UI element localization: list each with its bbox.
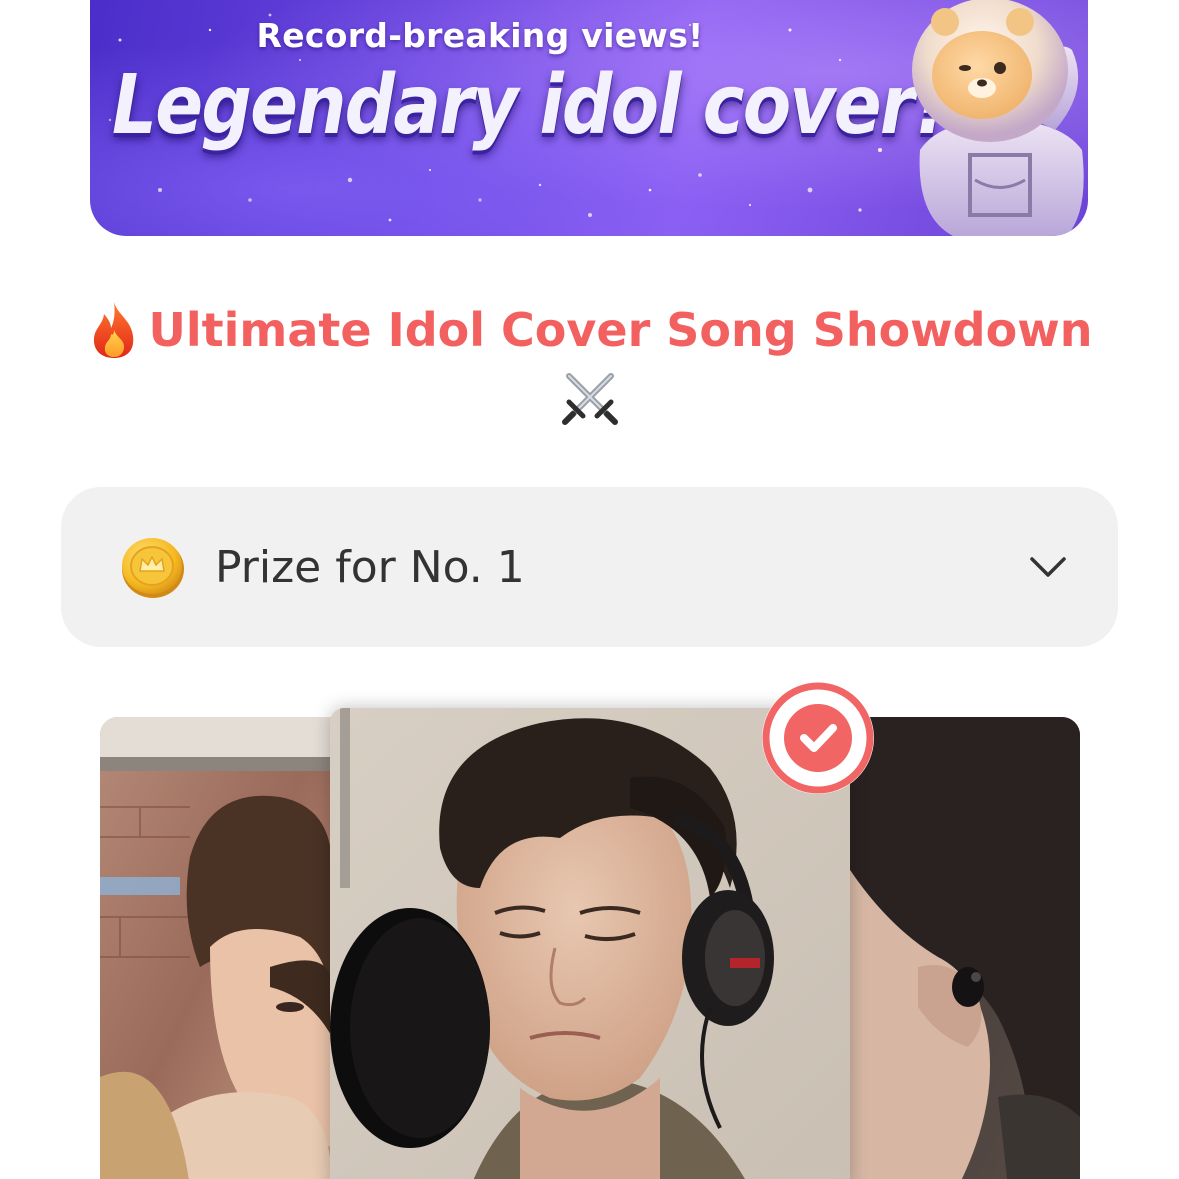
singer-with-in-ear-monitor-photo xyxy=(848,717,1080,1179)
cover-card-right[interactable] xyxy=(848,717,1080,1179)
fire-icon xyxy=(93,302,133,358)
cover-card-left[interactable] xyxy=(100,717,332,1179)
singer-with-bangs-photo xyxy=(100,717,332,1179)
banner-subtitle: Record-breaking views! xyxy=(256,16,704,55)
chevron-down-icon[interactable] xyxy=(1028,547,1068,587)
cover-carousel xyxy=(0,680,1179,1179)
section-title: Ultimate Idol Cover Song Showdown xyxy=(60,298,1119,428)
astronaut-bear-mascot-icon xyxy=(912,0,1084,236)
showdown-title: Ultimate Idol Cover Song Showdown xyxy=(148,303,1093,357)
check-circle-icon[interactable] xyxy=(758,678,878,798)
prize-label: Prize for No. 1 xyxy=(215,541,525,593)
gold-coin-crown-icon xyxy=(122,538,184,598)
promo-banner[interactable]: Record-breaking views! Legendary idol co… xyxy=(90,0,1088,236)
banner-headline: Legendary idol cover? xyxy=(112,58,954,153)
prize-accordion[interactable]: Prize for No. 1 xyxy=(61,487,1118,647)
crossed-swords-icon xyxy=(561,373,618,425)
page: Record-breaking views! Legendary idol co… xyxy=(0,0,1179,1179)
